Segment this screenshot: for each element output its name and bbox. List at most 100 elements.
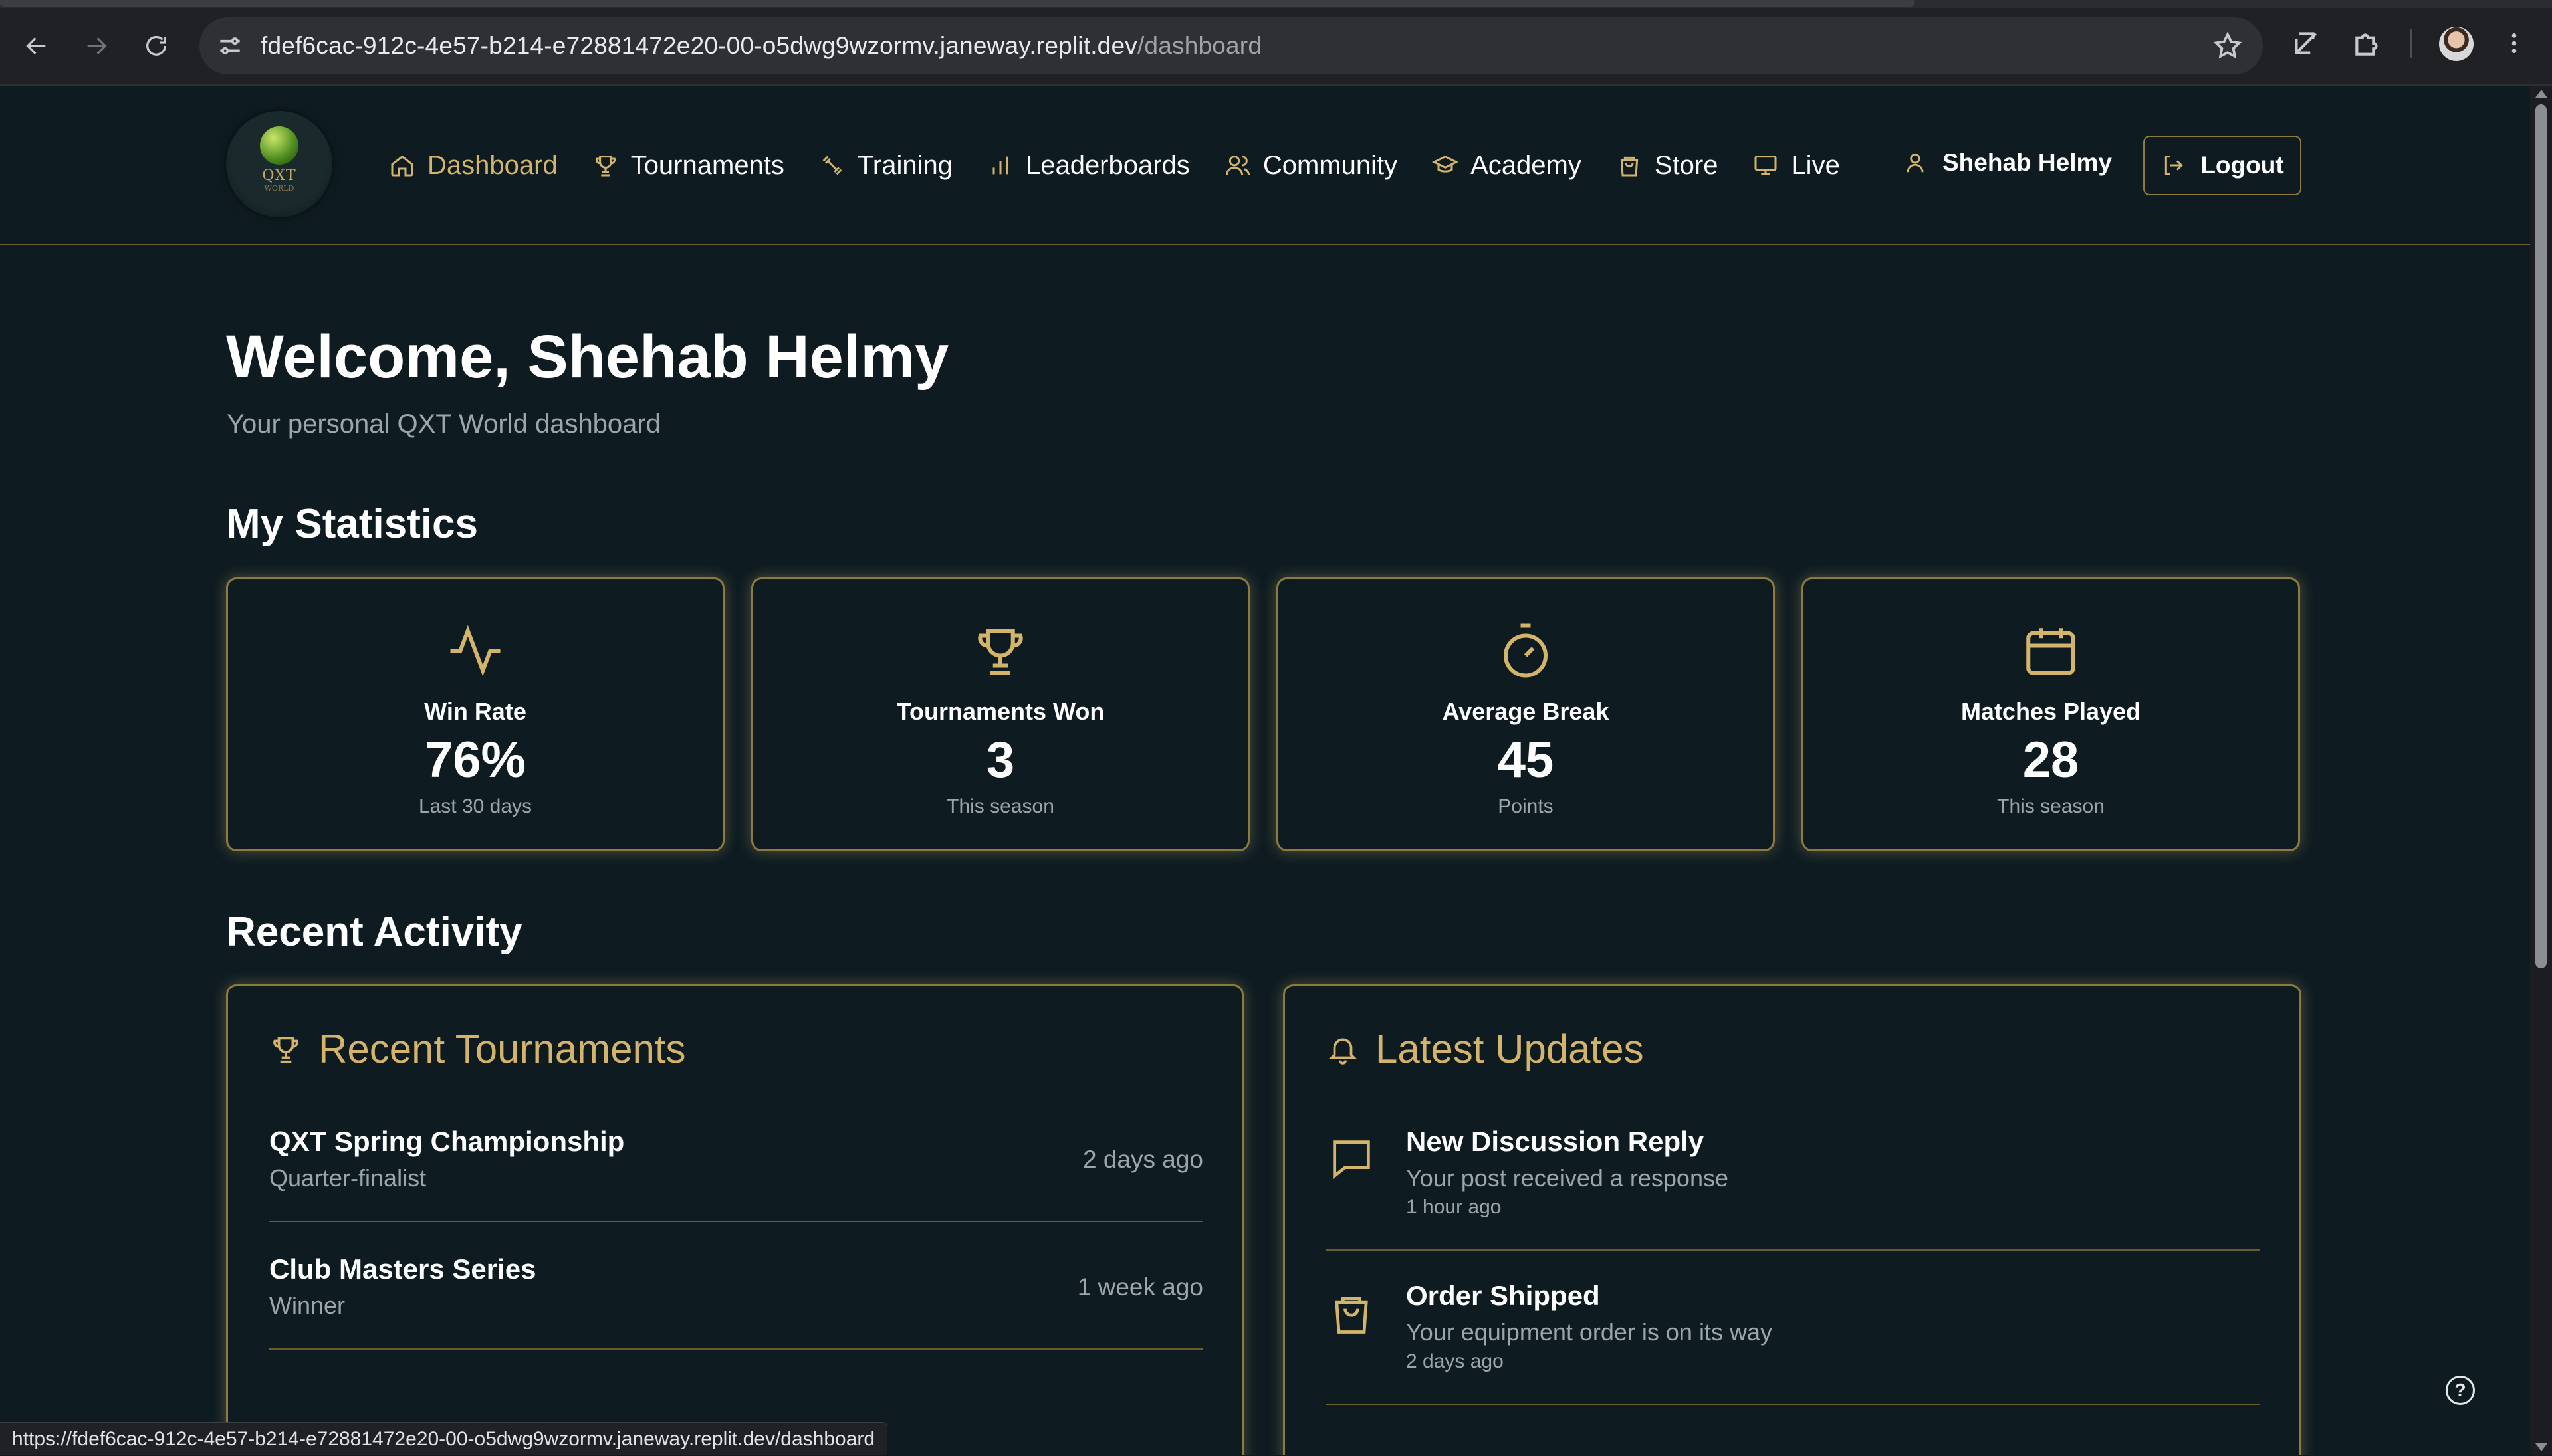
nav-label: Dashboard xyxy=(427,150,558,180)
user-profile-link[interactable]: Shehab Helmy xyxy=(1903,149,2112,177)
stat-value: 3 xyxy=(986,732,1015,788)
shopping-bag-icon xyxy=(1620,156,1639,177)
stat-card-win-rate: Win Rate 76% Last 30 days xyxy=(226,577,725,851)
stat-card-matches-played: Matches Played 28 This season xyxy=(1801,577,2300,851)
toolbar-divider xyxy=(2410,29,2412,58)
tournament-row[interactable]: QXT Spring Championship Quarter-finalist… xyxy=(269,1126,1203,1222)
nav-community[interactable]: Community xyxy=(1224,151,1397,181)
nav-academy[interactable]: Academy xyxy=(1432,151,1581,181)
tab-strip xyxy=(0,0,2552,8)
nav-leaderboards[interactable]: Leaderboards xyxy=(987,151,1190,181)
tournament-time: 1 week ago xyxy=(1077,1273,1203,1300)
panel-title: Latest Updates xyxy=(1326,1026,1644,1072)
nav-dashboard[interactable]: Dashboard xyxy=(389,151,558,181)
nav-training[interactable]: Training xyxy=(819,151,953,181)
stat-label: Average Break xyxy=(1442,698,1609,725)
status-bar-url: https://fdef6cac-912c-4e57-b214-e7288147… xyxy=(0,1422,888,1455)
site-logo[interactable]: QXT WORLD xyxy=(226,111,332,217)
address-bar[interactable]: fdef6cac-912c-4e57-b214-e72881472e20-00-… xyxy=(199,17,2263,74)
tournament-name: Club Masters Series xyxy=(269,1253,536,1285)
trophy-icon xyxy=(978,629,1023,675)
page-viewport: QXT WORLD Dashboard Tournaments Training… xyxy=(0,86,2530,1455)
nav-label: Tournaments xyxy=(630,150,784,180)
tournament-name: QXT Spring Championship xyxy=(269,1126,625,1157)
scroll-down-icon[interactable] xyxy=(2535,1443,2547,1451)
stat-note: This season xyxy=(947,795,1054,817)
update-title: New Discussion Reply xyxy=(1406,1126,1704,1157)
calendar-icon xyxy=(2026,628,2075,675)
nav-label: Academy xyxy=(1470,150,1581,180)
shopping-bag-icon xyxy=(1335,1297,1368,1334)
url-text[interactable]: fdef6cac-912c-4e57-b214-e72881472e20-00-… xyxy=(261,32,1262,60)
update-row[interactable]: Order Shipped Your equipment order is on… xyxy=(1326,1280,2260,1405)
bar-chart-icon xyxy=(992,156,1008,175)
url-path: /dashboard xyxy=(1137,32,1262,59)
stat-value: 45 xyxy=(1497,732,1554,788)
logo-text: QXT xyxy=(262,167,296,184)
nav-label: Store xyxy=(1654,150,1718,180)
stat-value: 76% xyxy=(424,732,526,788)
user-name: Shehab Helmy xyxy=(1942,149,2112,176)
stat-note: This season xyxy=(1997,795,2105,817)
nav-label: Community xyxy=(1262,150,1398,180)
back-icon[interactable] xyxy=(16,25,57,66)
trophy-icon xyxy=(595,156,616,177)
browser-toolbar: fdef6cac-912c-4e57-b214-e72881472e20-00-… xyxy=(0,0,2552,86)
recent-tournaments-panel: Recent Tournaments QXT Spring Championsh… xyxy=(226,984,1244,1455)
url-host: fdef6cac-912c-4e57-b214-e72881472e20-00-… xyxy=(261,32,1137,59)
stat-label: Tournaments Won xyxy=(896,698,1105,725)
panel-title: Recent Tournaments xyxy=(269,1026,686,1072)
site-info-icon[interactable] xyxy=(215,31,245,60)
main-nav: Dashboard Tournaments Training Leaderboa… xyxy=(389,146,1875,185)
scroll-up-icon[interactable] xyxy=(2535,90,2547,98)
stat-card-tournaments-won: Tournaments Won 3 This season xyxy=(751,577,1250,851)
page-scrollbar[interactable] xyxy=(2530,86,2552,1455)
panel-title-text: Latest Updates xyxy=(1375,1027,1644,1071)
recent-activity-heading: Recent Activity xyxy=(226,909,522,955)
trophy-icon xyxy=(273,1036,298,1063)
statistics-heading: My Statistics xyxy=(226,501,479,547)
stat-value: 28 xyxy=(2022,732,2079,788)
nav-tournaments[interactable]: Tournaments xyxy=(592,151,784,181)
tournament-row[interactable]: Club Masters Series Winner 1 week ago xyxy=(269,1253,1203,1350)
menu-dots-icon[interactable] xyxy=(2501,27,2527,60)
profile-avatar[interactable] xyxy=(2439,27,2474,61)
bookmark-star-icon[interactable] xyxy=(2212,31,2243,61)
nav-store[interactable]: Store xyxy=(1616,151,1718,181)
update-row[interactable]: New Discussion Reply Your post received … xyxy=(1326,1126,2260,1251)
scrollbar-thumb[interactable] xyxy=(2535,104,2547,968)
tournament-time: 2 days ago xyxy=(1082,1146,1203,1173)
site-header: QXT WORLD Dashboard Tournaments Training… xyxy=(0,86,2530,245)
logout-icon xyxy=(2165,156,2184,175)
stat-note: Last 30 days xyxy=(418,795,532,817)
help-icon[interactable]: ? xyxy=(2446,1376,2475,1405)
logout-button[interactable]: Logout xyxy=(2143,136,2301,195)
page-subtitle: Your personal QXT World dashboard xyxy=(227,409,661,439)
message-icon xyxy=(1333,1140,1370,1180)
panel-title-text: Recent Tournaments xyxy=(318,1027,686,1071)
stat-card-average-break: Average Break 45 Points xyxy=(1276,577,1775,851)
update-description: Your equipment order is on its way xyxy=(1406,1318,1772,1346)
nav-live[interactable]: Live xyxy=(1752,150,1840,181)
nav-label: Live xyxy=(1791,150,1840,180)
tournament-result: Winner xyxy=(269,1292,346,1319)
logo-subtext: WORLD xyxy=(264,184,294,193)
stat-note: Points xyxy=(1498,795,1554,817)
users-icon xyxy=(1225,156,1250,176)
bell-icon xyxy=(1328,1038,1357,1065)
logo-ball xyxy=(260,126,298,165)
extension-icon[interactable] xyxy=(2289,27,2323,60)
update-time: 1 hour ago xyxy=(1406,1196,1502,1218)
puzzle-icon[interactable] xyxy=(2351,27,2384,60)
stat-label: Matches Played xyxy=(1960,698,2141,725)
monitor-icon xyxy=(1754,156,1777,175)
update-title: Order Shipped xyxy=(1406,1280,1600,1311)
latest-updates-panel: Latest Updates New Discussion Reply Your… xyxy=(1283,984,2301,1455)
reload-icon[interactable] xyxy=(136,25,177,66)
dumbbell-icon xyxy=(822,156,842,175)
graduation-cap-icon xyxy=(1432,155,1459,173)
update-time: 2 days ago xyxy=(1406,1350,1504,1372)
active-tab[interactable] xyxy=(0,0,1914,7)
page-title: Welcome, Shehab Helmy xyxy=(226,323,949,391)
forward-icon[interactable] xyxy=(76,25,117,66)
